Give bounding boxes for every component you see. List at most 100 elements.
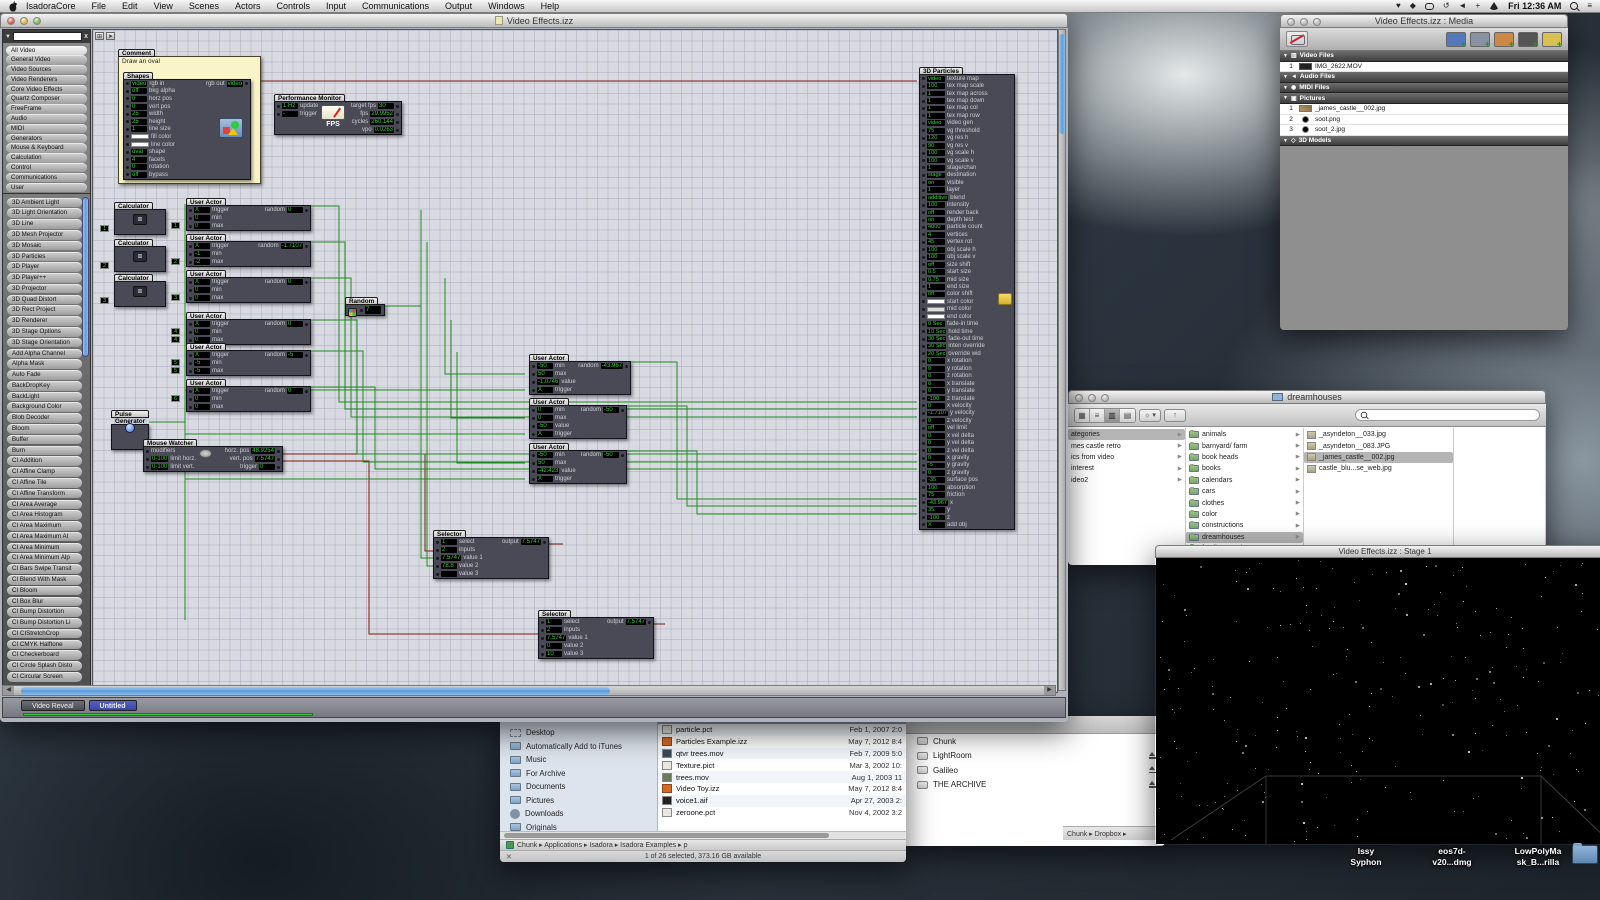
menu-item[interactable]: Actors bbox=[227, 1, 269, 11]
actor-item[interactable]: CI Bump Distortion Li bbox=[7, 618, 82, 628]
devices-breadcrumb[interactable]: Chunk ▸ Dropbox ▸ bbox=[1063, 826, 1163, 840]
node-user-actor[interactable]: User Actor Xtrigger random 0 6 0 min 0 max bbox=[171, 379, 311, 412]
disclosure-triangle-icon[interactable]: ▼ bbox=[1283, 95, 1288, 101]
column-folder-row[interactable]: book heads ▶ bbox=[1186, 452, 1303, 463]
add-video-icon[interactable] bbox=[1446, 31, 1466, 49]
menu-item[interactable]: Help bbox=[533, 1, 568, 11]
actor-category[interactable]: Generators bbox=[6, 133, 87, 143]
add-midi-icon[interactable] bbox=[1518, 31, 1538, 49]
node-user-actor[interactable]: User Actor Xtrigger random -5 5 -5 min 5 -5 max bbox=[171, 343, 311, 376]
scroll-right-icon[interactable]: ▶ bbox=[1044, 686, 1055, 695]
finder-sidebar-item[interactable]: Desktop bbox=[500, 726, 657, 740]
column-file-row[interactable]: _asyndeton__083.JPG bbox=[1304, 440, 1453, 451]
actor-item[interactable]: CI Affine Transform bbox=[7, 488, 82, 499]
actor-item[interactable]: Auto Fade bbox=[7, 370, 82, 380]
remove-media-icon[interactable] bbox=[1286, 31, 1308, 47]
menu-item[interactable]: IsadoraCore bbox=[18, 1, 84, 11]
finder-sidebar-item[interactable]: Pictures bbox=[500, 794, 657, 808]
column-folder-row[interactable]: color ▶ bbox=[1186, 509, 1303, 520]
dreamhouses-titlebar[interactable]: dreamhouses bbox=[1068, 390, 1546, 404]
window-buttons[interactable] bbox=[7, 17, 41, 25]
apple-menu-icon[interactable] bbox=[8, 1, 18, 12]
scroll-left-icon[interactable]: ◀ bbox=[3, 686, 14, 695]
menu-item[interactable]: Scenes bbox=[181, 1, 227, 11]
column-folder-row[interactable]: mes castle retro ▶ bbox=[1068, 440, 1185, 451]
finder-sidebar-item[interactable]: Documents bbox=[500, 780, 657, 794]
window-buttons[interactable] bbox=[1075, 394, 1109, 402]
filter-dropdown-icon[interactable]: ▼ bbox=[5, 34, 11, 40]
menu-item[interactable]: Input bbox=[318, 1, 354, 11]
device-row[interactable]: Chunk bbox=[903, 734, 1165, 749]
spotlight-icon[interactable] bbox=[1570, 2, 1579, 10]
actor-item[interactable]: CI Circular Screen bbox=[7, 672, 82, 682]
disclosure-triangle-icon[interactable]: ▼ bbox=[1283, 74, 1288, 80]
device-row[interactable]: Galileo bbox=[903, 763, 1165, 778]
node-performance-monitor[interactable]: Performance Monitor 1 Hz update target fps 3… bbox=[274, 94, 402, 135]
volume-icon[interactable]: ◄ bbox=[1459, 1, 1467, 11]
node-calculator[interactable]: Calculator 3 = bbox=[100, 274, 166, 307]
device-row[interactable]: THE ARCHIVE bbox=[903, 778, 1165, 793]
actor-item[interactable]: 3D Renderer bbox=[7, 316, 82, 326]
icon-view-icon[interactable]: ▦ bbox=[1075, 408, 1090, 422]
disclosure-triangle-icon[interactable]: ▼ bbox=[1283, 85, 1288, 91]
action-menu-button[interactable]: ☼ ▾ bbox=[1139, 408, 1161, 422]
actor-item[interactable]: 3D Player++ bbox=[7, 273, 82, 283]
node-user-actor[interactable]: User Actor Xtrigger random -1.7107 -1 min 2 -2 m… bbox=[171, 234, 311, 267]
finder-file-row[interactable]: zeroone.pct Nov 4, 2002 3:2 bbox=[658, 807, 906, 819]
finder-sidebar-item[interactable]: Music bbox=[500, 753, 657, 767]
actor-item[interactable]: 3D Ambient Light bbox=[7, 197, 82, 208]
media-row[interactable]: ▼ ▣ Pictures bbox=[1280, 93, 1568, 104]
media-titlebar[interactable]: Video Effects.izz : Media bbox=[1280, 14, 1568, 28]
finder-sidebar-item[interactable]: Originals bbox=[500, 821, 657, 831]
finder-file-row[interactable]: Texture.pict Mar 3, 2002 10: bbox=[658, 759, 906, 771]
window-buttons[interactable] bbox=[1287, 18, 1321, 26]
actor-item[interactable]: 3D Light Orientation bbox=[7, 208, 82, 219]
finder-file-row[interactable]: Particles Example.izz May 7, 2012 8:4 bbox=[658, 736, 906, 748]
actor-list-scrollbar[interactable] bbox=[82, 197, 89, 358]
dropbox-menu-icon[interactable]: ◆ bbox=[1410, 1, 1416, 11]
actor-item[interactable]: Alpha Mask bbox=[7, 359, 82, 369]
menu-item[interactable]: Output bbox=[437, 1, 480, 11]
actor-category[interactable]: Core Video Effects bbox=[6, 84, 87, 94]
actor-category[interactable]: Video Renderers bbox=[6, 74, 87, 85]
finder-horizontal-scrollbar[interactable] bbox=[500, 831, 906, 839]
disclosure-triangle-icon[interactable]: ▼ bbox=[1283, 53, 1288, 59]
finder-sidebar-item[interactable]: Automatically Add to iTunes bbox=[500, 740, 657, 754]
media-row[interactable]: ▼ 1 _james_castle__002.jpg bbox=[1280, 103, 1568, 115]
node-calculator[interactable]: Calculator 1 = bbox=[100, 202, 166, 235]
isadora-main-window[interactable]: Video Effects.izz ▼ x All Video General V… bbox=[0, 13, 1068, 722]
actor-category[interactable]: Calculation bbox=[6, 153, 87, 163]
add-audio-icon[interactable] bbox=[1470, 31, 1490, 49]
column-folder-row[interactable]: interest ▶ bbox=[1068, 463, 1185, 474]
actor-item[interactable]: CI CIStretchCrop bbox=[7, 628, 82, 639]
actor-item[interactable]: 3D Mosaic bbox=[7, 240, 82, 251]
node-random[interactable]: Random 7 bbox=[345, 297, 385, 317]
menu-item[interactable]: File bbox=[84, 1, 115, 11]
stage-window[interactable]: Video Effects.izz : Stage 1 bbox=[1155, 545, 1600, 845]
actor-item[interactable]: 3D Stage Orientation bbox=[7, 337, 82, 348]
actor-item[interactable]: CI Addition bbox=[7, 456, 82, 466]
heart-menu-icon[interactable]: ♥ bbox=[1396, 1, 1401, 11]
node-3d-particles[interactable]: 3D Particles video texture map 100 tex map s… bbox=[919, 67, 1015, 530]
actor-item[interactable]: CI Affine Clamp bbox=[7, 467, 82, 477]
scene-tab[interactable]: Video Reveal bbox=[21, 700, 85, 711]
actor-category[interactable]: General Video bbox=[6, 55, 87, 65]
actor-item[interactable]: CI Bloom bbox=[7, 585, 82, 596]
actor-item[interactable]: Blob Decoder bbox=[7, 413, 82, 423]
actor-item[interactable]: CI Bars Swipe Transit bbox=[7, 564, 82, 574]
menu-item[interactable]: Windows bbox=[480, 1, 533, 11]
media-row[interactable]: ▼ ◉ MIDI Files bbox=[1280, 82, 1568, 94]
media-row[interactable]: ▼ 1 IMG_2622.MOV bbox=[1280, 61, 1568, 73]
menu-item[interactable]: Edit bbox=[114, 1, 146, 11]
list-view-icon[interactable]: ≡ bbox=[1090, 408, 1105, 422]
node-selector[interactable]: Selector 1 select output 7.5747 2 inputs 7.5747… bbox=[433, 530, 549, 579]
actor-item[interactable]: CI Area Histogram bbox=[7, 510, 82, 520]
messages-menu-icon[interactable] bbox=[1424, 2, 1434, 10]
patch-pan-icon[interactable]: ➤ bbox=[106, 32, 115, 40]
actor-category[interactable]: MIDI bbox=[6, 123, 87, 134]
disclosure-triangle-icon[interactable]: ▼ bbox=[1283, 138, 1288, 144]
actor-item[interactable]: CI Blend With Mask bbox=[7, 574, 82, 585]
finder-breadcrumb[interactable]: Chunk ▸ Applications ▸ Isadora ▸ Isadora… bbox=[500, 839, 906, 850]
node-selector[interactable]: Selector 1 select output 7.5747 2 inputs 7.5747… bbox=[538, 610, 654, 659]
actor-item[interactable]: CI Circle Splash Disto bbox=[7, 661, 82, 671]
